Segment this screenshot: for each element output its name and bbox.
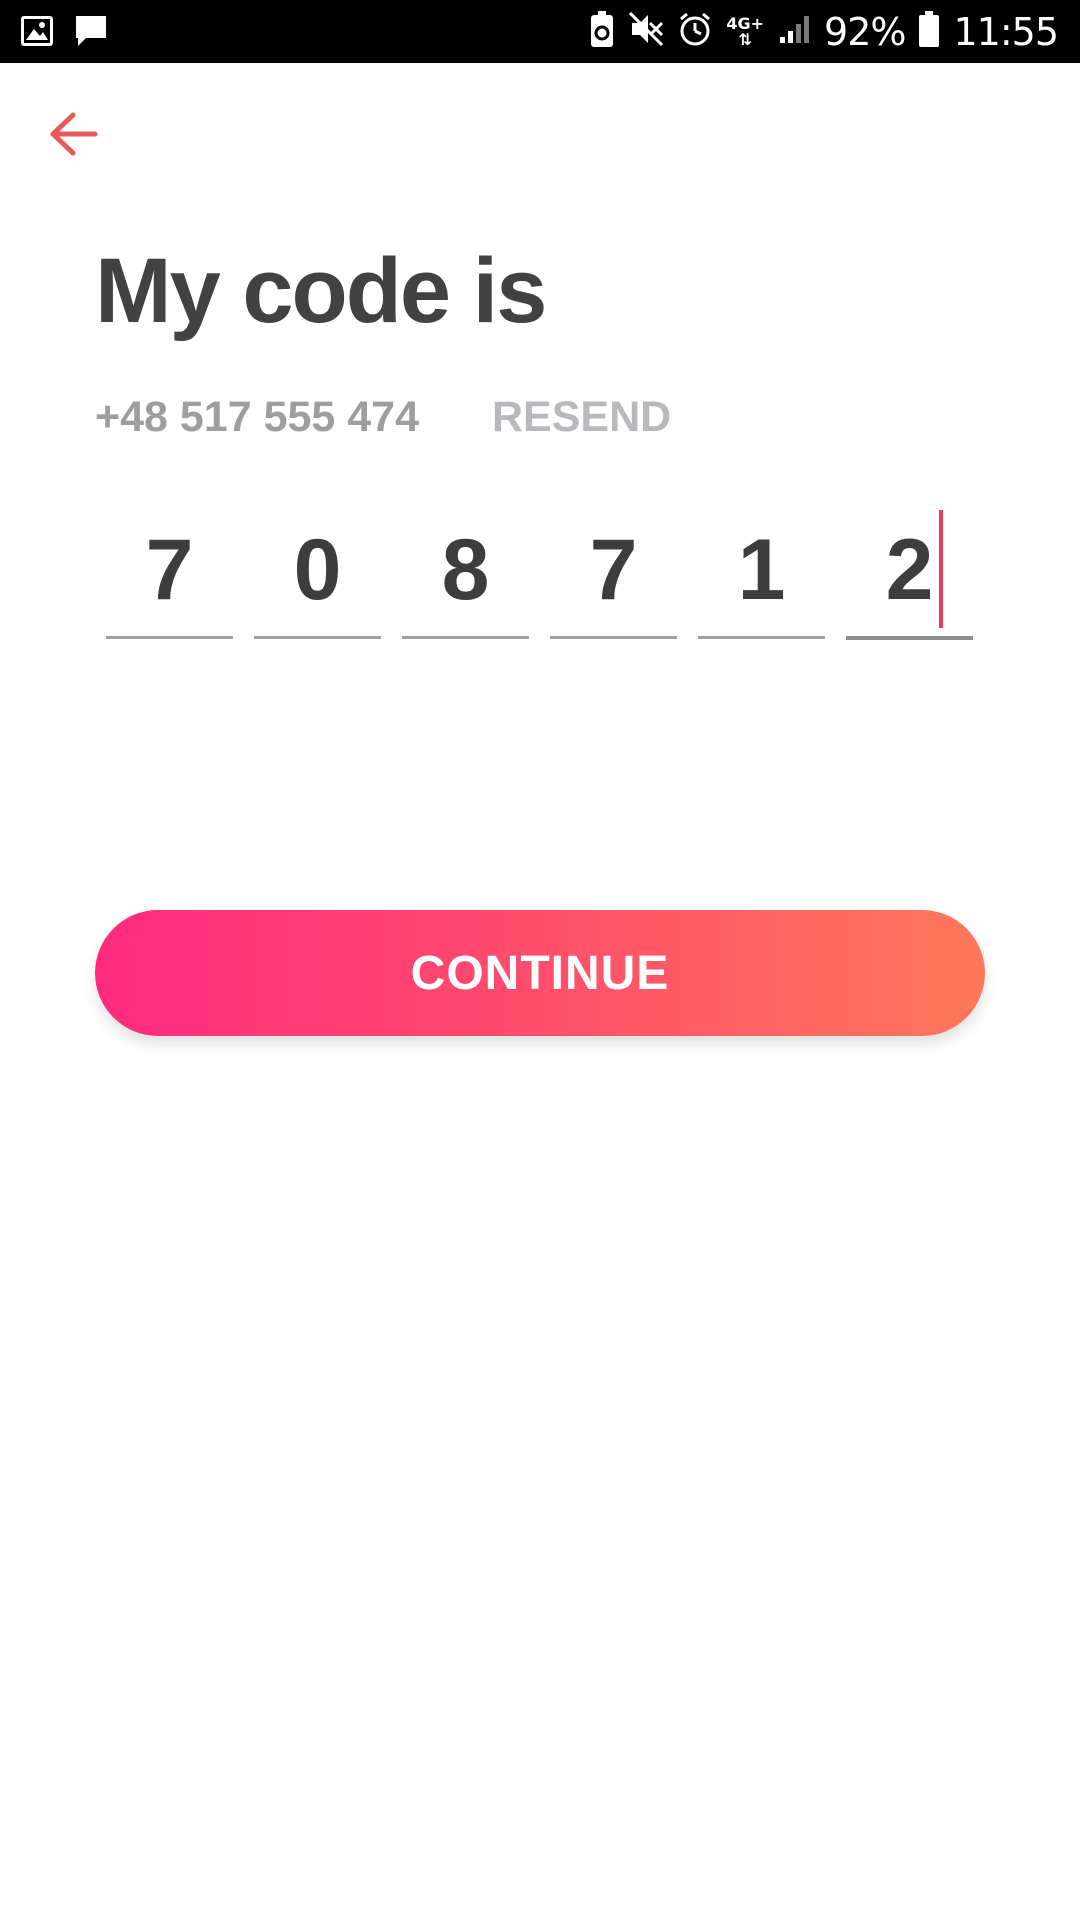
- page-title: My code is: [95, 240, 547, 342]
- resend-button[interactable]: RESEND: [492, 393, 671, 442]
- battery-saver-icon: [590, 11, 614, 52]
- mute-icon: [628, 11, 664, 52]
- back-button[interactable]: [42, 108, 106, 164]
- battery-icon: [919, 11, 940, 52]
- status-bar: 4G+ ⇅ 92% 11:55: [0, 0, 1080, 63]
- continue-button[interactable]: CONTINUE: [95, 910, 985, 1036]
- signal-icon: [778, 13, 810, 50]
- data-arrows-icon: ⇅: [738, 29, 752, 49]
- battery-percent: 92%: [824, 9, 906, 54]
- code-digit-5[interactable]: 1: [698, 510, 825, 639]
- system-icons: 4G+ ⇅ 92% 11:55: [590, 0, 1059, 63]
- code-digit-6[interactable]: 2: [846, 510, 973, 640]
- text-cursor: [939, 510, 943, 628]
- notification-icons: [20, 14, 108, 53]
- verification-code-input[interactable]: 7 0 8 7 1 2: [106, 510, 973, 640]
- phone-number: +48 517 555 474: [95, 393, 420, 441]
- message-icon: [74, 14, 108, 53]
- network-type: 4G+ ⇅: [726, 15, 764, 49]
- gallery-icon: [20, 15, 54, 52]
- code-digit-2[interactable]: 0: [254, 510, 381, 639]
- code-digit-1[interactable]: 7: [106, 510, 233, 639]
- code-digit-4[interactable]: 7: [550, 510, 677, 639]
- alarm-icon: [678, 12, 712, 51]
- arrow-left-icon: [49, 112, 99, 161]
- code-digit-3[interactable]: 8: [402, 510, 529, 639]
- clock: 11:55: [953, 9, 1059, 54]
